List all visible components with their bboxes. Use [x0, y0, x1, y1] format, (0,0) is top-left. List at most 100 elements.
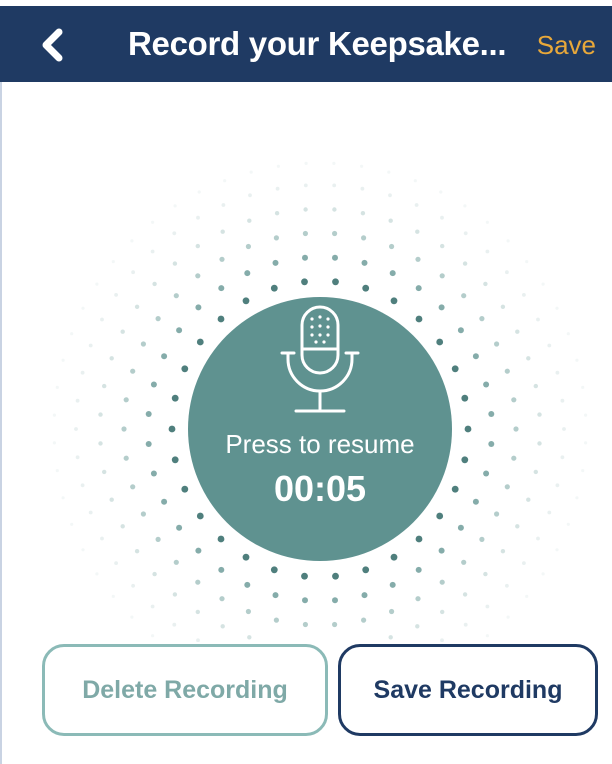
wave-dot	[249, 170, 253, 174]
wave-dot	[302, 254, 308, 261]
wave-dot	[415, 229, 420, 234]
wave-dot	[462, 592, 468, 597]
wave-dot	[483, 470, 490, 477]
wave-dot	[168, 425, 176, 433]
record-prompt: Press to resume	[225, 429, 415, 459]
wave-dot	[70, 332, 74, 336]
wave-dot	[301, 278, 308, 286]
wave-dot	[389, 608, 395, 615]
wave-dot	[276, 164, 280, 168]
wave-dot	[389, 243, 395, 250]
wave-dot	[242, 553, 250, 561]
wave-dot	[472, 353, 479, 360]
wave-dot	[332, 183, 337, 188]
wave-dot	[461, 394, 469, 402]
wave-dot	[361, 617, 367, 623]
wave-dot	[130, 615, 134, 619]
wave-dot	[80, 370, 85, 375]
wave-dot	[74, 427, 78, 431]
save-recording-button[interactable]: Save Recording	[338, 644, 598, 736]
wave-dot	[302, 230, 308, 237]
wave-dot	[130, 368, 136, 374]
wave-dot	[584, 441, 588, 445]
wave-dot	[522, 293, 526, 297]
wave-dot	[513, 426, 519, 432]
wave-dot	[457, 327, 464, 334]
wave-dot	[479, 316, 485, 322]
wave-dot	[504, 484, 510, 490]
wave-dot	[332, 254, 338, 261]
wave-dot	[414, 203, 419, 207]
wave-dot	[485, 604, 490, 609]
wave-dot	[145, 441, 152, 447]
wave-dot	[332, 207, 337, 212]
wave-dot	[360, 164, 364, 168]
wave-dot	[75, 455, 80, 460]
nav-save-button[interactable]: Save	[537, 28, 596, 62]
wave-dot	[575, 358, 579, 362]
wave-dot	[81, 306, 85, 310]
wave-dot	[131, 583, 136, 588]
wave-dot	[223, 179, 227, 183]
record-timer: 00:05	[273, 468, 367, 509]
wave-dot	[248, 193, 252, 198]
wave-dot	[581, 385, 585, 389]
wave-dot	[272, 259, 279, 266]
wave-dot	[217, 315, 225, 323]
wave-dot	[100, 536, 104, 541]
wave-dot	[362, 566, 370, 574]
wave-dot	[220, 624, 225, 629]
navigation-bar: Record your Keepsake... Save	[0, 0, 612, 82]
wave-dot	[173, 293, 179, 299]
wave-dot	[303, 183, 308, 188]
wave-dot	[438, 547, 445, 554]
wave-dot	[102, 469, 107, 475]
wave-dot	[547, 510, 552, 515]
wave-dot	[361, 235, 367, 241]
wave-dot	[415, 315, 423, 323]
wave-dot	[102, 383, 107, 389]
wave-dot	[152, 281, 157, 287]
wave-dot	[95, 572, 99, 576]
wave-dot	[120, 524, 125, 529]
wave-dot	[302, 621, 308, 628]
wave-dot	[218, 566, 225, 573]
wave-dot	[55, 469, 59, 473]
wave-dot	[525, 594, 529, 599]
wave-dot	[457, 524, 464, 531]
wave-dot	[464, 425, 472, 433]
wave-dot	[173, 559, 179, 565]
wave-dot	[172, 231, 177, 236]
wave-dot	[172, 622, 177, 627]
wave-dot	[555, 483, 560, 488]
wave-dot	[272, 592, 279, 599]
record-resume-button[interactable]: Press to resume 00:05	[188, 297, 452, 561]
wave-dot	[415, 285, 422, 292]
back-button[interactable]	[30, 20, 74, 70]
wave-dot	[560, 398, 565, 403]
wave-dot	[140, 511, 146, 517]
wave-dot	[536, 536, 540, 541]
wave-dot	[332, 230, 338, 237]
delete-recording-button[interactable]: Delete Recording	[42, 644, 328, 736]
wave-dot	[196, 512, 204, 520]
wave-dot	[150, 381, 157, 388]
wave-dot	[500, 549, 506, 554]
recording-area: Press to resume 00:05	[0, 82, 612, 642]
wave-dot	[114, 561, 118, 565]
wave-dot	[273, 617, 279, 623]
wave-dot	[52, 441, 57, 445]
wave-dot	[440, 243, 445, 249]
wave-dot	[98, 441, 103, 446]
wave-dot	[536, 317, 540, 322]
wave-dot	[242, 297, 250, 305]
wave-dot	[451, 365, 459, 373]
wave-dot	[522, 561, 526, 565]
wave-dot	[440, 609, 445, 615]
wave-dot	[88, 343, 93, 348]
wave-dot	[245, 608, 251, 615]
wave-dot	[436, 512, 444, 520]
wave-dot	[155, 536, 161, 542]
wave-dot	[436, 338, 444, 346]
wave-dot	[270, 284, 278, 292]
